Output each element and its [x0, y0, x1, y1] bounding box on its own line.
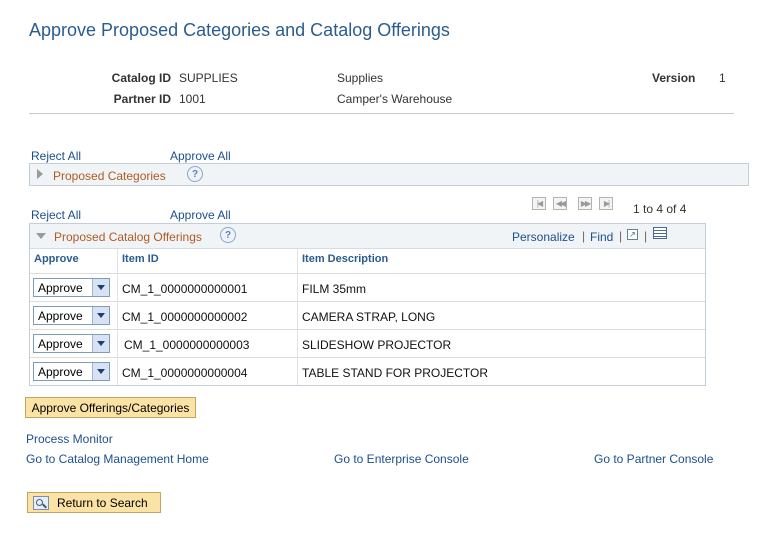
process-monitor-link[interactable]: Process Monitor: [26, 432, 113, 446]
toolbar-separator: |: [644, 229, 648, 243]
column-separator: [297, 249, 298, 385]
offerings-reject-all-link[interactable]: Reject All: [31, 208, 81, 222]
chevron-down-icon[interactable]: [92, 279, 109, 296]
previous-page-icon[interactable]: ◀◀: [553, 197, 567, 210]
grid-toolbar: Proposed Catalog Offerings ? Personalize…: [30, 224, 705, 249]
partner-id-label: Partner ID: [113, 92, 171, 106]
item-id-cell: CM_1_0000000000001: [122, 282, 248, 296]
item-id-cell: CM_1_0000000000004: [122, 366, 248, 380]
chevron-down-icon[interactable]: [92, 335, 109, 352]
item-id-cell: CM_1_0000000000002: [122, 310, 248, 324]
partner-description: Camper's Warehouse: [337, 92, 453, 106]
table-row: Approve CM_1_0000000000002 CAMERA STRAP,…: [30, 301, 705, 329]
next-page-icon[interactable]: ▶▶: [578, 197, 592, 210]
row-count: 1 to 4 of 4: [633, 202, 687, 216]
catalog-id-label: Catalog ID: [111, 71, 171, 85]
help-icon[interactable]: ?: [187, 166, 203, 182]
find-link[interactable]: Find: [590, 230, 613, 244]
toolbar-separator: |: [619, 229, 623, 243]
approve-select[interactable]: Approve: [33, 334, 110, 353]
catalog-description: Supplies: [337, 71, 384, 85]
return-to-search-label: Return to Search: [57, 495, 148, 510]
download-grid-icon[interactable]: [653, 227, 667, 239]
categories-reject-all-link[interactable]: Reject All: [31, 149, 81, 163]
enterprise-console-link[interactable]: Go to Enterprise Console: [334, 452, 469, 466]
table-row: Approve CM_1_0000000000004 TABLE STAND F…: [30, 357, 705, 385]
header-divider: [29, 113, 734, 114]
column-separator: [117, 249, 118, 385]
page-title: Approve Proposed Categories and Catalog …: [29, 20, 450, 40]
proposed-categories-section[interactable]: Proposed Categories ?: [29, 163, 749, 186]
version-label: Version: [652, 71, 696, 85]
catalog-id-value: SUPPLIES: [179, 71, 238, 85]
offerings-grid: Proposed Catalog Offerings ? Personalize…: [29, 223, 706, 386]
column-header-approve: Approve: [34, 253, 79, 265]
collapse-arrow-icon[interactable]: [36, 233, 46, 239]
item-description-cell: CAMERA STRAP, LONG: [302, 310, 436, 324]
approve-select[interactable]: Approve: [33, 306, 110, 325]
first-page-icon[interactable]: |◀: [532, 197, 546, 210]
item-description-cell: FILM 35mm: [302, 282, 367, 296]
categories-approve-all-link[interactable]: Approve All: [170, 149, 231, 163]
offerings-approve-all-link[interactable]: Approve All: [170, 208, 231, 222]
search-icon: [33, 495, 49, 510]
chevron-down-icon[interactable]: [92, 307, 109, 324]
column-header-item-description: Item Description: [302, 253, 389, 265]
return-to-search-button[interactable]: Return to Search: [27, 492, 161, 513]
table-row: Approve CM_1_0000000000003 SLIDESHOW PRO…: [30, 329, 705, 357]
proposed-categories-title[interactable]: Proposed Categories: [53, 169, 166, 183]
proposed-offerings-title[interactable]: Proposed Catalog Offerings: [54, 230, 202, 244]
expand-arrow-icon[interactable]: [37, 169, 43, 179]
version-value: 1: [719, 71, 726, 85]
catalog-management-home-link[interactable]: Go to Catalog Management Home: [26, 452, 209, 466]
personalize-link[interactable]: Personalize: [512, 230, 575, 244]
item-id-cell: CM_1_0000000000003: [124, 338, 250, 352]
help-icon[interactable]: ?: [220, 227, 236, 243]
approve-offerings-button[interactable]: Approve Offerings/Categories: [25, 397, 196, 418]
approve-select[interactable]: Approve: [33, 278, 110, 297]
table-row: Approve CM_1_0000000000001 FILM 35mm: [30, 273, 705, 301]
chevron-down-icon[interactable]: [92, 363, 109, 380]
approve-select[interactable]: Approve: [33, 362, 110, 381]
view-all-icon[interactable]: ↗: [627, 229, 638, 240]
partner-console-link[interactable]: Go to Partner Console: [594, 452, 713, 466]
item-description-cell: SLIDESHOW PROJECTOR: [302, 338, 452, 352]
last-page-icon[interactable]: ▶|: [599, 197, 613, 210]
column-header-item-id: Item ID: [122, 253, 159, 265]
partner-id-value: 1001: [179, 92, 206, 106]
item-description-cell: TABLE STAND FOR PROJECTOR: [302, 366, 489, 380]
toolbar-separator: |: [582, 229, 586, 243]
